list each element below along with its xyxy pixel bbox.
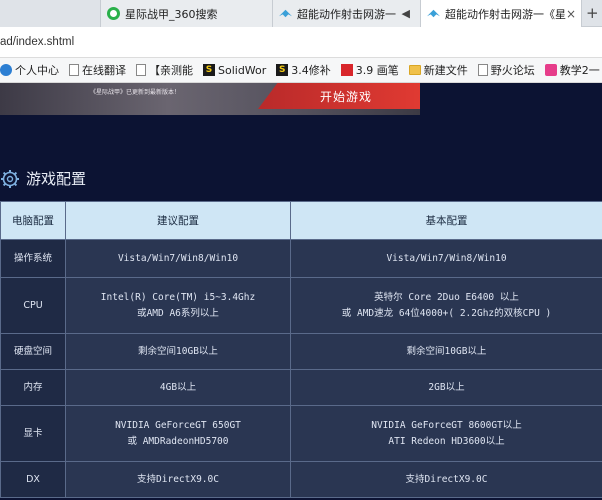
recommended-cell: 剩余空间10GB以上 — [65, 333, 291, 370]
minimum-cell: Vista/Win7/Win8/Win10 — [290, 239, 602, 278]
game-banner: 《星际战甲》已更新到最新版本！ 开始游戏 — [0, 83, 420, 115]
bookmark-solidworks[interactable]: S SolidWor — [203, 64, 266, 77]
bookmark-label: 3.4修补 — [291, 64, 331, 77]
cell-line: 英特尔 Core 2Duo E6400 以上 — [374, 291, 519, 303]
page-icon — [136, 64, 146, 76]
cell-line: 或 AMDRadeonHD5700 — [127, 435, 229, 447]
person-icon — [0, 64, 12, 76]
cell-line: Intel(R) Core(TM) i5~3.4Ghz — [100, 291, 256, 303]
browser-tab-bar: 星际战甲_360搜索 超能动作射击网游一 ◀ 超能动作射击网游一《星 × + — [0, 0, 602, 27]
row-label: 硬盘空间 — [0, 333, 66, 370]
bookmark-label: SolidWor — [218, 63, 267, 77]
bookmark-forum[interactable]: 野火论坛 — [477, 62, 535, 78]
config-table: 电脑配置 建议配置 基本配置 操作系统 Vista/Win7/Win8/Win10… — [0, 201, 602, 498]
cell-line: 支持DirectX9.0C — [137, 473, 219, 485]
page-content: 《星际战甲》已更新到最新版本！ 开始游戏 游戏配置 电脑配置 建议配置 基本配置… — [0, 83, 602, 500]
cell-line: 剩余空间10GB以上 — [138, 345, 218, 357]
table-header-row: 电脑配置 建议配置 基本配置 — [0, 201, 602, 240]
bookmark-online-translate[interactable]: 在线翻译 — [69, 62, 126, 78]
table-row: DX 支持DirectX9.0C 支持DirectX9.0C — [0, 461, 602, 498]
close-tab-icon[interactable]: × — [566, 7, 576, 21]
page-icon — [69, 64, 79, 76]
minimum-cell: 剩余空间10GB以上 — [290, 333, 602, 370]
recommended-cell: Vista/Win7/Win8/Win10 — [65, 239, 291, 278]
minimum-cell: 支持DirectX9.0C — [290, 461, 602, 498]
header-minimum: 基本配置 — [290, 201, 602, 240]
bookmarks-bar: 个人中心 在线翻译 【亲测能 S SolidWor S 3.4修补 3.9 画笔 新… — [0, 58, 602, 83]
cell-line: 4GB以上 — [159, 381, 197, 393]
minimum-cell: 英特尔 Core 2Duo E6400 以上或 AMD速龙 64位4000+( … — [290, 277, 602, 334]
tab-label: 星际战甲_360搜索 — [125, 7, 218, 21]
table-row: 操作系统 Vista/Win7/Win8/Win10 Vista/Win7/Win8… — [0, 239, 602, 278]
section-title-text: 游戏配置 — [26, 170, 87, 188]
bookmark-label: 3.9 画笔 — [355, 64, 399, 77]
table-row: 内存 4GB以上 2GB以上 — [0, 369, 602, 406]
cell-line: 或 AMD速龙 64位4000+( 2.2Ghz的双核CPU ) — [341, 307, 552, 319]
bookmark-label: 野火论坛 — [490, 64, 535, 77]
row-label: 内存 — [0, 369, 66, 406]
tab-game-active[interactable]: 超能动作射击网游一《星 × — [420, 0, 582, 27]
folder-icon — [408, 65, 421, 75]
table-row: CPU Intel(R) Core(TM) i5~3.4Ghz 或AMD A6系列以… — [0, 277, 602, 334]
new-tab-button[interactable]: + — [586, 4, 599, 22]
cell-line: 剩余空间10GB以上 — [406, 345, 487, 357]
solidworks-icon: S — [203, 64, 215, 76]
minimum-cell: 2GB以上 — [290, 369, 602, 406]
recommended-cell: Intel(R) Core(TM) i5~3.4Ghz 或AMD A6系列以上 — [65, 277, 291, 334]
bookmark-label: 个人中心 — [15, 64, 59, 77]
page-icon — [477, 64, 488, 76]
cell-line: 支持DirectX9.0C — [405, 473, 488, 485]
minimum-cell: NVIDIA GeForceGT 8600GT以上 ATI Redeon HD36… — [290, 405, 602, 462]
bookmark-teaching[interactable]: 教学2一 — [544, 62, 600, 78]
banner-notice: 《星际战甲》已更新到最新版本！ — [90, 89, 181, 96]
row-label: CPU — [0, 277, 66, 334]
start-game-button[interactable]: 开始游戏 — [258, 83, 420, 109]
table-row: 显卡 NVIDIA GeForceGT 650GT 或 AMDRadeonHD570… — [0, 405, 602, 462]
bookmark-label: 在线翻译 — [82, 64, 126, 77]
cell-line: NVIDIA GeForceGT 8600GT以上 — [371, 419, 522, 431]
bookmark-personal-center[interactable]: 个人中心 — [0, 62, 59, 78]
recommended-cell: 4GB以上 — [65, 369, 291, 406]
cell-line: NVIDIA GeForceGT 650GT — [115, 419, 241, 431]
recommended-cell: NVIDIA GeForceGT 650GT 或 AMDRadeonHD5700 — [65, 405, 291, 462]
tab-partial[interactable] — [0, 0, 100, 27]
tab-game-1[interactable]: 超能动作射击网游一 ◀ — [272, 0, 420, 27]
tab-360-search[interactable]: 星际战甲_360搜索 — [100, 0, 272, 27]
red-icon — [340, 64, 353, 76]
solidworks-icon: S — [276, 64, 289, 76]
cell-line: 2GB以上 — [428, 381, 465, 393]
bookmark-label: 教学2一 — [559, 64, 600, 77]
row-label: DX — [0, 461, 66, 498]
cell-line: Vista/Win7/Win8/Win10 — [117, 252, 239, 264]
cell-line: 或AMD A6系列以上 — [137, 307, 219, 319]
pink-icon — [544, 64, 557, 76]
bookmark-label: 新建文件 — [423, 64, 468, 77]
bookmark-new-folder[interactable]: 新建文件 — [408, 62, 468, 78]
bookmark-brush[interactable]: 3.9 画笔 — [340, 62, 399, 78]
cell-line: ATI Redeon HD3600以上 — [388, 435, 505, 447]
header-pc-config: 电脑配置 — [0, 201, 66, 240]
recommended-cell: 支持DirectX9.0C — [65, 461, 291, 498]
bookmark-patch[interactable]: S 3.4修补 — [276, 62, 331, 78]
row-label: 显卡 — [0, 405, 66, 462]
url-text[interactable]: ad/index.shtml — [0, 36, 74, 48]
address-bar[interactable]: ad/index.shtml — [0, 27, 602, 58]
header-recommended: 建议配置 — [65, 201, 291, 240]
table-row: 硬盘空间 剩余空间10GB以上 剩余空间10GB以上 — [0, 333, 602, 370]
speaker-icon[interactable]: ◀ — [402, 7, 410, 20]
section-title: 游戏配置 — [0, 168, 86, 189]
gear-icon — [1, 169, 19, 188]
tab-label: 超能动作射击网游一《星 — [445, 7, 566, 21]
row-label: 操作系统 — [0, 239, 66, 278]
bookmark-tested[interactable]: 【亲测能 — [136, 62, 193, 78]
tab-label: 超能动作射击网游一 — [297, 7, 396, 21]
cell-line: Vista/Win7/Win8/Win10 — [386, 252, 507, 264]
bookmark-label: 【亲测能 — [149, 64, 193, 77]
bird-logo-icon — [279, 9, 292, 18]
bird-logo-icon — [427, 9, 440, 18]
360-search-icon — [107, 7, 120, 20]
